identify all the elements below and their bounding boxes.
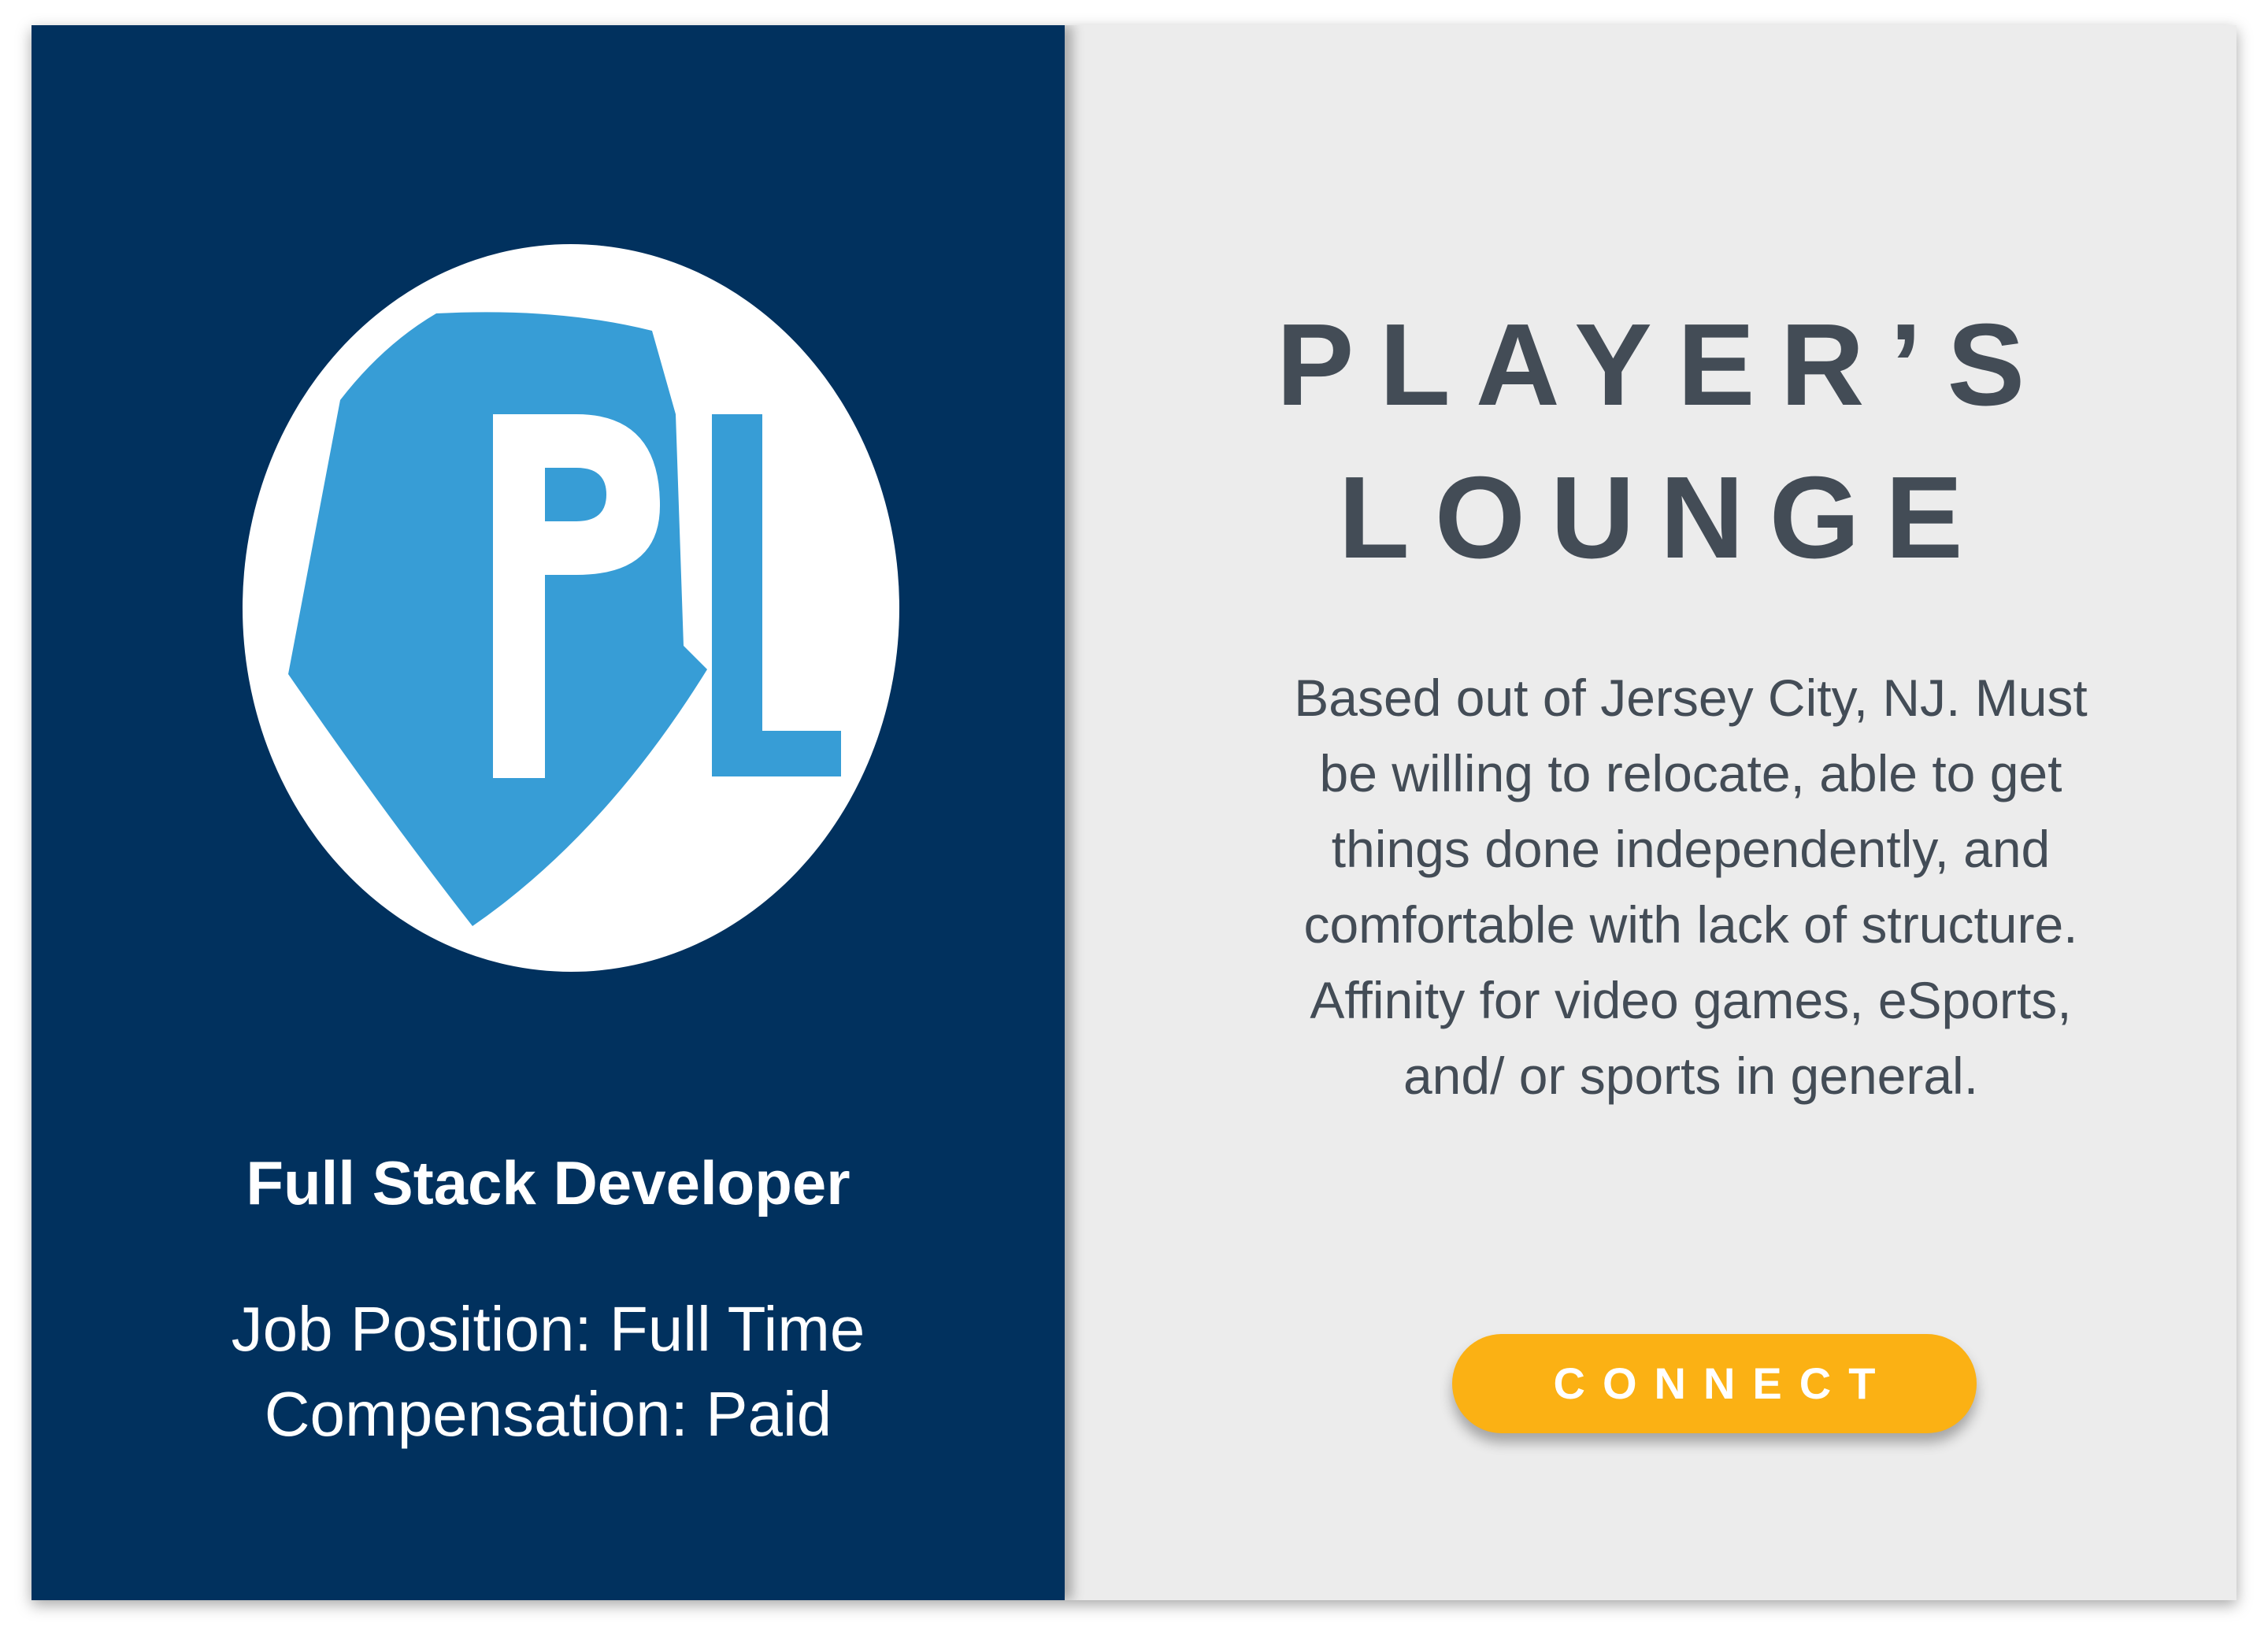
job-position: Job Position: Full Time bbox=[231, 1294, 865, 1364]
connect-button[interactable]: CONNECT bbox=[1452, 1334, 1977, 1433]
players-lounge-logo-icon bbox=[243, 244, 899, 972]
company-name: PLAYER’S LOUNGE bbox=[1065, 289, 2236, 595]
job-info-panel: Full Stack Developer Job Position: Full … bbox=[32, 25, 1065, 1600]
company-name-line-1: PLAYER’S bbox=[1276, 300, 2051, 430]
company-description: Based out of Jersey City, NJ. Must be wi… bbox=[1294, 669, 2088, 1105]
job-card: Full Stack Developer Job Position: Full … bbox=[32, 25, 2236, 1600]
company-panel: PLAYER’S LOUNGE Based out of Jersey City… bbox=[1065, 25, 2236, 1600]
company-name-line-2: LOUNGE bbox=[1338, 453, 1988, 583]
job-title: Full Stack Developer bbox=[246, 1148, 850, 1217]
connect-button-label: CONNECT bbox=[1553, 1358, 1893, 1408]
compensation: Compensation: Paid bbox=[264, 1379, 832, 1449]
